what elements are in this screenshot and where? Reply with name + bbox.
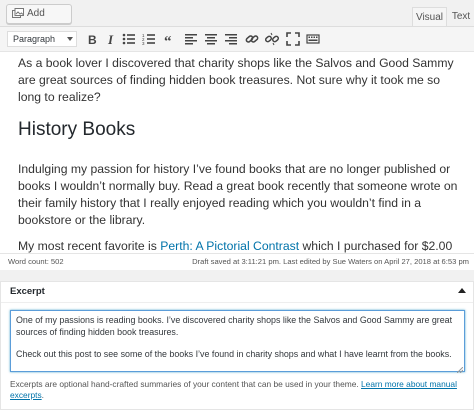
bold-icon[interactable]: B: [85, 32, 99, 46]
align-left-icon[interactable]: [184, 32, 198, 46]
svg-text:I: I: [107, 32, 114, 46]
align-right-icon[interactable]: [224, 32, 238, 46]
tab-visual[interactable]: Visual: [412, 7, 447, 26]
svg-text:“: “: [164, 34, 172, 46]
media-icon: [12, 8, 24, 20]
excerpt-help: Excerpts are optional hand-crafted summa…: [10, 379, 465, 401]
editor-toolbar: Paragraph B I 123 “: [0, 27, 474, 52]
excerpt-header[interactable]: Excerpt: [1, 282, 473, 303]
bulleted-list-icon[interactable]: [122, 32, 136, 46]
excerpt-textarea[interactable]: One of my passions is reading books. I’v…: [10, 310, 465, 374]
svg-text:3: 3: [142, 41, 145, 46]
heading-history-books: History Books: [18, 119, 136, 140]
paragraph-intro: As a book lover I discovered that charit…: [18, 56, 454, 104]
resize-handle-icon[interactable]: [456, 364, 464, 374]
chevron-down-icon: [67, 37, 73, 41]
collapse-arrow-icon[interactable]: [458, 288, 466, 293]
favorite-text-start: My most recent favorite is: [18, 239, 161, 253]
fullscreen-icon[interactable]: [286, 32, 300, 46]
book-link[interactable]: Perth: A Pictorial Contrast: [160, 239, 299, 253]
draft-saved-status: Draft saved at 3:11:21 pm. Last edited b…: [192, 257, 469, 266]
excerpt-help-text: Excerpts are optional hand-crafted summa…: [10, 379, 362, 389]
word-count: Word count: 502: [8, 257, 64, 266]
editor-content[interactable]: As a book lover I discovered that charit…: [18, 55, 458, 272]
editor-status-bar: Word count: 502 Draft saved at 3:11:21 p…: [0, 253, 474, 270]
blockquote-icon[interactable]: “: [163, 32, 177, 46]
insert-link-icon[interactable]: [245, 32, 259, 46]
media-row: Add Media Visual Text: [0, 0, 474, 37]
align-center-icon[interactable]: [204, 32, 218, 46]
excerpt-line-1: One of my passions is reading books. I’v…: [16, 315, 453, 337]
add-media-button[interactable]: Add Media: [6, 4, 72, 37]
paragraph-history: Indulging my passion for history I’ve fo…: [18, 162, 458, 227]
format-select[interactable]: Paragraph: [7, 31, 77, 47]
post-editor: Paragraph B I 123 “ As a book lover I di…: [0, 26, 474, 270]
excerpt-title: Excerpt: [10, 286, 45, 297]
excerpt-line-2: Check out this post to see some of the b…: [16, 349, 452, 359]
excerpt-panel: Excerpt One of my passions is reading bo…: [0, 281, 474, 410]
remove-link-icon[interactable]: [265, 32, 279, 46]
svg-text:B: B: [88, 33, 97, 46]
tab-text[interactable]: Text: [448, 7, 474, 26]
toolbar-toggle-icon[interactable]: [306, 32, 320, 46]
format-select-value: Paragraph: [13, 34, 56, 44]
excerpt-help-end: .: [41, 390, 44, 400]
numbered-list-icon[interactable]: 123: [142, 32, 156, 46]
italic-icon[interactable]: I: [104, 32, 118, 46]
